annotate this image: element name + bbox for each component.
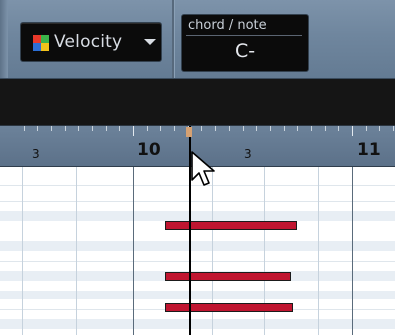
mouse-pointer-icon xyxy=(191,151,215,186)
toolbar-divider xyxy=(172,0,175,78)
project-cursor-marker[interactable] xyxy=(186,127,192,137)
ruler-bar-tick xyxy=(133,126,134,136)
ruler-tick xyxy=(243,126,244,131)
grid-bar-line xyxy=(352,167,353,335)
ruler-tick xyxy=(379,126,380,131)
info-strip xyxy=(0,79,395,126)
ruler-label-beat: 3 xyxy=(244,147,252,161)
ruler-tick xyxy=(366,126,367,131)
ruler-tick xyxy=(201,126,202,131)
chevron-down-icon[interactable] xyxy=(144,39,156,45)
ruler-tick xyxy=(51,126,52,131)
velocity-dropdown[interactable]: Velocity xyxy=(20,22,162,62)
editor-toolbar: Velocity chord / note C- xyxy=(0,0,395,79)
ruler-tick xyxy=(229,126,230,131)
midi-note[interactable] xyxy=(165,272,291,281)
grid-lane xyxy=(0,319,395,329)
ruler-tick xyxy=(270,126,271,131)
midi-note[interactable] xyxy=(165,221,297,230)
grid-lane xyxy=(0,211,395,221)
color-grid-icon xyxy=(33,35,49,51)
chord-note-display: chord / note C- xyxy=(181,14,309,72)
ruler-label-bar: 10 xyxy=(137,140,161,160)
toolbar-edge xyxy=(0,0,8,78)
ruler-label-bar: 11 xyxy=(357,140,381,160)
velocity-dropdown-label: Velocity xyxy=(54,32,123,52)
grid-lane xyxy=(0,291,395,299)
grid-row-line xyxy=(0,261,395,262)
ruler-tick xyxy=(147,126,148,131)
ruler-label-beat: 3 xyxy=(32,147,40,161)
grid-beat-line xyxy=(318,167,319,335)
ruler-tick xyxy=(37,126,38,131)
ruler-tick xyxy=(174,126,175,131)
ruler-tick xyxy=(256,126,257,131)
chord-display-title: chord / note xyxy=(188,18,267,33)
note-grid[interactable] xyxy=(0,167,395,335)
ruler-tick xyxy=(92,126,93,131)
ruler-tick xyxy=(284,126,285,131)
grid-beat-line xyxy=(22,167,23,335)
ruler-tick xyxy=(393,126,394,131)
midi-note[interactable] xyxy=(165,303,293,312)
chord-display-value: C- xyxy=(234,40,256,62)
ruler-tick xyxy=(65,126,66,131)
ruler-tick xyxy=(325,126,326,131)
ruler-tick xyxy=(119,126,120,131)
grid-bar-line xyxy=(133,167,134,335)
ruler-tick xyxy=(338,126,339,131)
grid-row-line xyxy=(0,201,395,202)
ruler-tick xyxy=(106,126,107,131)
ruler-tick xyxy=(24,126,25,131)
ruler-tick xyxy=(297,126,298,131)
chord-display-divider xyxy=(186,35,302,36)
ruler-tick xyxy=(215,126,216,131)
grid-beat-line xyxy=(76,167,77,335)
ruler-tick xyxy=(78,126,79,131)
ruler-tick xyxy=(160,126,161,131)
grid-lane xyxy=(0,241,395,251)
ruler-bar-tick xyxy=(352,126,353,136)
ruler-tick xyxy=(311,126,312,131)
